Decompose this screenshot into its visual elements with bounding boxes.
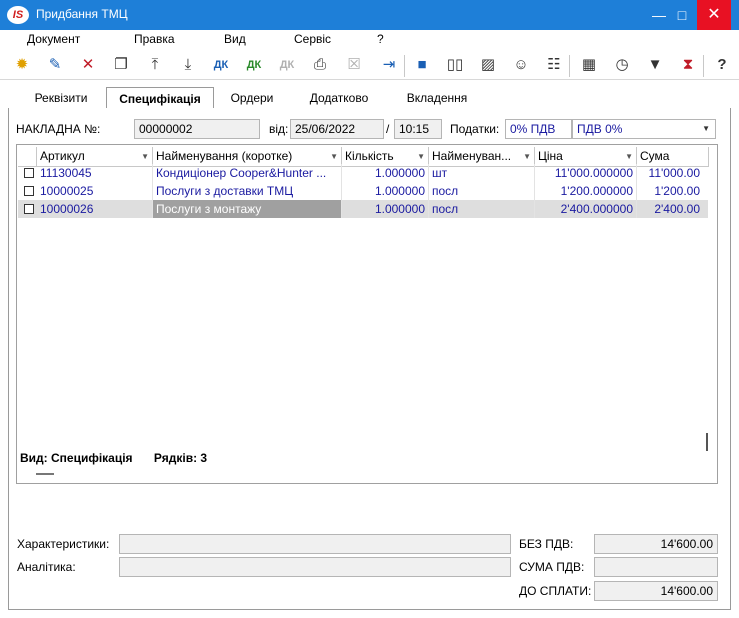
tab-specification[interactable]: Специфікація	[106, 87, 214, 110]
new-doc-icon[interactable]: ✹	[10, 53, 34, 77]
users-icon[interactable]: ☺	[509, 53, 533, 77]
open-book-icon[interactable]: ▨	[476, 53, 500, 77]
cell-quantity: 1.000000	[342, 182, 429, 200]
cell-unit: посл	[429, 182, 535, 200]
table-row[interactable]: 11130045 Кондиціонер Cooper&Hunter ... 1…	[18, 164, 708, 182]
maximize-icon: □	[677, 7, 687, 23]
characteristics-label: Характеристики:	[17, 537, 110, 551]
characteristics-field[interactable]	[119, 534, 511, 554]
cell-price: 2'400.000000	[535, 200, 637, 218]
toolbar: ✹ ✎ ✕ ❐ ⤒ ⤓ ДК ДК ДК ⎙ ☒ ⇥ ■ ▯▯ ▨ ☺ ☷ ▦ …	[0, 50, 739, 80]
cell-name: Послуги з доставки ТМЦ	[153, 182, 342, 200]
table-row[interactable]: 10000026 Послуги з монтажу 1.000000 посл…	[18, 200, 708, 218]
time-separator: /	[386, 122, 390, 136]
close-button[interactable]: ✕	[697, 0, 731, 30]
edit-doc-icon[interactable]: ✎	[43, 53, 67, 77]
cell-article: 11130045	[37, 164, 153, 182]
tab-requisites[interactable]: Реквізити	[22, 87, 100, 109]
table-row[interactable]: 10000025 Послуги з доставки ТМЦ 1.000000…	[18, 182, 708, 200]
help-icon[interactable]: ?	[710, 53, 734, 77]
tree-icon[interactable]: ☷	[542, 53, 566, 77]
save-icon[interactable]: ■	[410, 53, 434, 77]
time-field[interactable]: 10:15	[394, 119, 442, 139]
menu-bar: Документ Правка Вид Сервіс ?	[0, 30, 739, 50]
menu-help[interactable]: ?	[377, 32, 384, 46]
to-pay-value: 14'600.00	[594, 581, 718, 601]
tax-name-select[interactable]: ПДВ 0% ▼	[572, 119, 716, 139]
grid-rows-count: Рядків: 3	[153, 451, 208, 465]
date-label: від:	[269, 122, 289, 136]
table-icon[interactable]: ▦	[577, 53, 601, 77]
exit-icon[interactable]: ⇥	[377, 53, 401, 77]
cell-quantity: 1.000000	[342, 164, 429, 182]
row-checkbox[interactable]	[24, 204, 34, 214]
analytics-field[interactable]	[119, 557, 511, 577]
grid-view-label: Вид: Специфікація	[20, 451, 133, 465]
cell-unit: посл	[429, 200, 535, 218]
no-vat-value: 14'600.00	[594, 534, 718, 554]
toolbar-separator	[703, 55, 704, 77]
cell-price: 1'200.000000	[535, 182, 637, 200]
taxes-label: Податки:	[450, 122, 500, 136]
book-icon[interactable]: ▯▯	[443, 53, 467, 77]
menu-service[interactable]: Сервіс	[294, 32, 331, 46]
history-icon[interactable]: ◷	[610, 53, 634, 77]
window-title: Придбання ТМЦ	[36, 7, 128, 21]
cell-price: 11'000.000000	[535, 164, 637, 182]
toolbar-separator	[569, 55, 570, 77]
debit-credit-disabled-icon[interactable]: ДК	[275, 53, 299, 77]
vat-sum-value	[594, 557, 718, 577]
debit-credit-green-icon[interactable]: ДК	[242, 53, 266, 77]
chevron-down-icon: ▼	[702, 124, 710, 133]
minimize-icon: —	[652, 7, 666, 23]
to-pay-label: ДО СПЛАТИ:	[519, 584, 592, 598]
row-checkbox[interactable]	[24, 168, 34, 178]
grid-scrollbar[interactable]	[706, 433, 708, 451]
vat-sum-label: СУМА ПДВ:	[519, 560, 585, 574]
tab-additional[interactable]: Додатково	[294, 87, 384, 109]
maximize-button[interactable]: □	[666, 0, 698, 30]
delete-doc-icon[interactable]: ✕	[76, 53, 100, 77]
app-logo: IS	[7, 6, 29, 24]
grid-footer: Вид: Специфікація Рядків: 3	[20, 451, 207, 465]
tab-orders[interactable]: Ордери	[220, 87, 284, 109]
cell-sum: 1'200.00	[654, 184, 700, 198]
tab-strip: Реквізити Специфікація Ордери Додатково …	[8, 87, 731, 110]
insert-before-icon[interactable]: ⤒	[143, 53, 167, 77]
no-vat-label: БЕЗ ПДВ:	[519, 537, 574, 551]
export-disabled-icon[interactable]: ☒	[342, 53, 366, 77]
cell-name: Кондиціонер Cooper&Hunter ...	[153, 164, 342, 182]
tax-rate-field[interactable]: 0% ПДВ	[505, 119, 572, 139]
date-field[interactable]: 25/06/2022	[290, 119, 384, 139]
tab-attachments[interactable]: Вкладення	[392, 87, 482, 109]
menu-view[interactable]: Вид	[224, 32, 246, 46]
cell-quantity: 1.000000	[342, 200, 429, 218]
menu-document[interactable]: Документ	[27, 32, 80, 46]
grid-horizontal-scrollbar[interactable]	[36, 473, 54, 475]
cell-name: Послуги з монтажу	[153, 200, 342, 218]
clear-filter-icon[interactable]: ⧗	[676, 53, 700, 77]
filter-icon[interactable]: ▼	[643, 53, 667, 77]
menu-edit[interactable]: Правка	[134, 32, 175, 46]
copy-doc-icon[interactable]: ❐	[109, 53, 133, 77]
insert-after-icon[interactable]: ⤓	[176, 53, 200, 77]
toolbar-separator	[404, 55, 405, 77]
row-checkbox[interactable]	[24, 186, 34, 196]
specification-grid: Артикул ▼ Найменування (коротке) ▼ Кількіс…	[16, 144, 718, 484]
cell-sum: 11'000.00	[648, 166, 700, 180]
invoice-label: НАКЛАДНА №:	[16, 122, 101, 136]
cell-unit: шт	[429, 164, 535, 182]
close-icon: ✕	[707, 6, 721, 23]
invoice-number-field[interactable]: 00000002	[134, 119, 260, 139]
title-bar: IS Придбання ТМЦ — □ ✕	[0, 0, 739, 30]
debit-credit-icon[interactable]: ДК	[209, 53, 233, 77]
tax-name-value: ПДВ 0%	[577, 122, 623, 136]
cell-sum: 2'400.00	[654, 202, 700, 216]
cell-article: 10000025	[37, 182, 153, 200]
cell-article: 10000026	[37, 200, 153, 218]
analytics-label: Аналітика:	[17, 560, 76, 574]
print-icon[interactable]: ⎙	[308, 53, 332, 77]
